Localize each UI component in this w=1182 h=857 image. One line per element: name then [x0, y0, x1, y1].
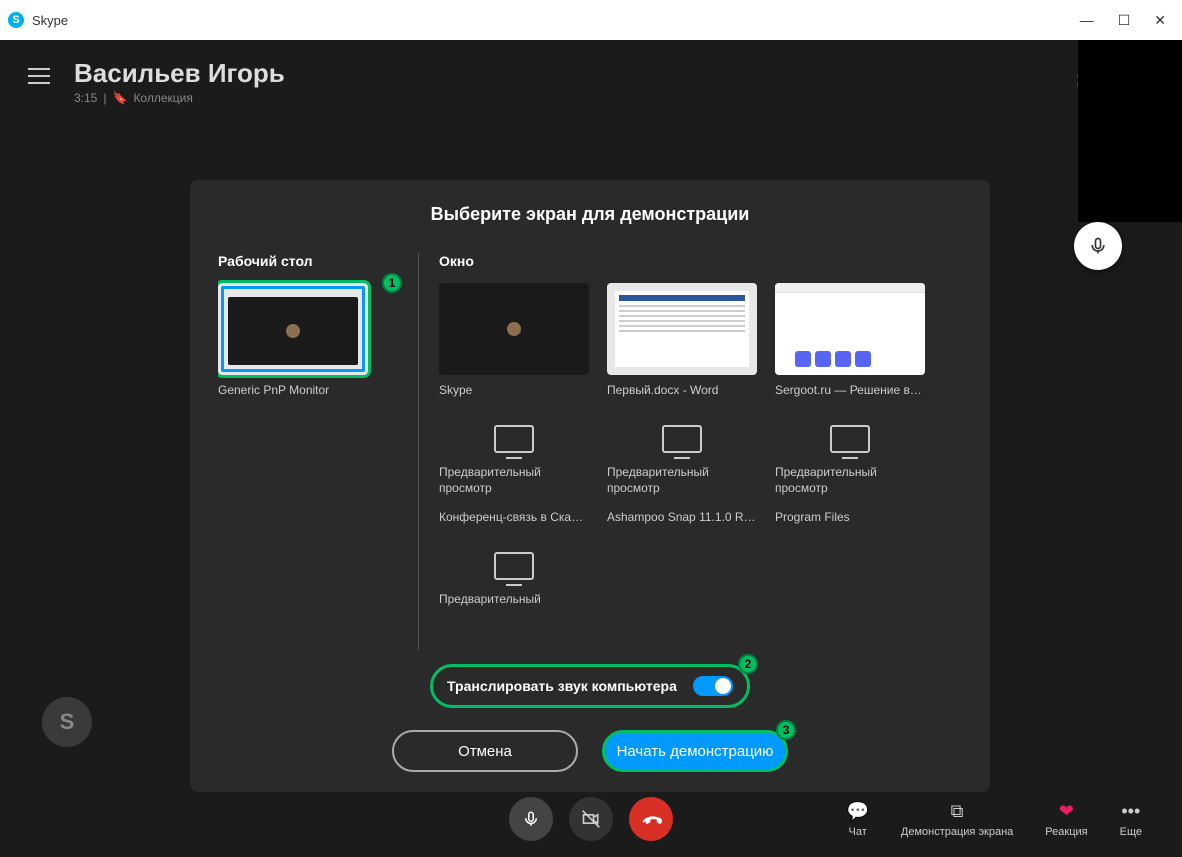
hangup-button[interactable] — [629, 797, 673, 841]
monitor-icon — [494, 425, 534, 453]
window-section-label: Окно — [439, 253, 962, 269]
monitor-icon — [494, 552, 534, 580]
collection-label[interactable]: Коллекция — [133, 91, 192, 105]
app-body: Васильев Игорь 3:15 | 🔖 Коллекция ⛶ S Вы… — [0, 40, 1182, 857]
bookmark-icon: 🔖 — [112, 91, 127, 105]
skype-logo-icon: S — [8, 12, 24, 28]
start-share-button[interactable]: Начать демонстрацию — [602, 730, 788, 772]
camera-off-icon — [581, 809, 601, 829]
window-item-snap[interactable]: Предварительный просмотр Ashampoo Snap 1… — [607, 411, 757, 524]
call-controls: 💬 Чат ⧉ Демонстрация экрана ❤ Реакция ••… — [0, 781, 1182, 857]
menu-icon[interactable] — [28, 68, 50, 84]
contact-subtitle: 3:15 | 🔖 Коллекция — [74, 91, 285, 105]
mute-button[interactable] — [509, 797, 553, 841]
cancel-button[interactable]: Отмена — [392, 730, 578, 772]
mic-icon — [522, 810, 540, 828]
side-panel — [1078, 40, 1182, 222]
monitor-icon — [662, 425, 702, 453]
contact-name: Васильев Игорь — [74, 58, 285, 89]
camera-button[interactable] — [569, 797, 613, 841]
window-item-browser[interactable]: Sergoot.ru — Решение ва... — [775, 283, 925, 397]
call-duration: 3:15 — [74, 91, 97, 105]
maximize-icon[interactable]: ☐ — [1118, 12, 1131, 29]
desktop-item-label: Generic PnP Monitor — [218, 383, 398, 397]
heart-icon: ❤ — [1059, 801, 1074, 822]
monitor-icon — [830, 425, 870, 453]
mic-icon — [1088, 236, 1108, 256]
reaction-button[interactable]: ❤ Реакция — [1045, 801, 1087, 838]
more-icon: ••• — [1121, 801, 1140, 822]
skype-avatar: S — [42, 697, 92, 747]
titlebar: S Skype — ☐ ✕ — [0, 0, 1182, 40]
window-item-extra[interactable]: Предварительный — [439, 538, 589, 608]
close-icon[interactable]: ✕ — [1154, 12, 1166, 29]
audio-toggle-switch[interactable] — [693, 676, 733, 696]
window-item-skype[interactable]: Skype — [439, 283, 589, 397]
chat-icon: 💬 — [846, 801, 868, 822]
window-item-files[interactable]: Предварительный просмотр Program Files — [775, 411, 925, 524]
desktop-section-label: Рабочий стол — [218, 253, 398, 269]
minimize-icon[interactable]: — — [1080, 12, 1094, 29]
phone-icon — [640, 808, 662, 830]
share-icon: ⧉ — [951, 801, 964, 822]
window-item-conf[interactable]: Предварительный просмотр Конференц-связь… — [439, 411, 589, 524]
dialog-title: Выберите экран для демонстрации — [218, 204, 962, 225]
chat-button[interactable]: 💬 Чат — [846, 801, 868, 838]
annotation-badge-1: 1 — [382, 273, 402, 293]
screen-share-button[interactable]: ⧉ Демонстрация экрана — [901, 801, 1013, 838]
window-item-word[interactable]: Первый.docx - Word — [607, 283, 757, 397]
floating-mic-button[interactable] — [1074, 222, 1122, 270]
more-button[interactable]: ••• Еще — [1120, 801, 1142, 838]
audio-toggle-row[interactable]: Транслировать звук компьютера — [430, 664, 750, 708]
annotation-badge-3: 3 — [776, 720, 796, 740]
window-title: Skype — [32, 13, 1080, 28]
call-header: Васильев Игорь 3:15 | 🔖 Коллекция ⛶ — [0, 40, 1182, 123]
desktop-thumbnail[interactable]: 1 Generic PnP Monitor — [218, 283, 398, 397]
annotation-badge-2: 2 — [738, 654, 758, 674]
audio-toggle-label: Транслировать звук компьютера — [447, 678, 677, 694]
share-screen-dialog: Выберите экран для демонстрации Рабочий … — [190, 180, 990, 792]
